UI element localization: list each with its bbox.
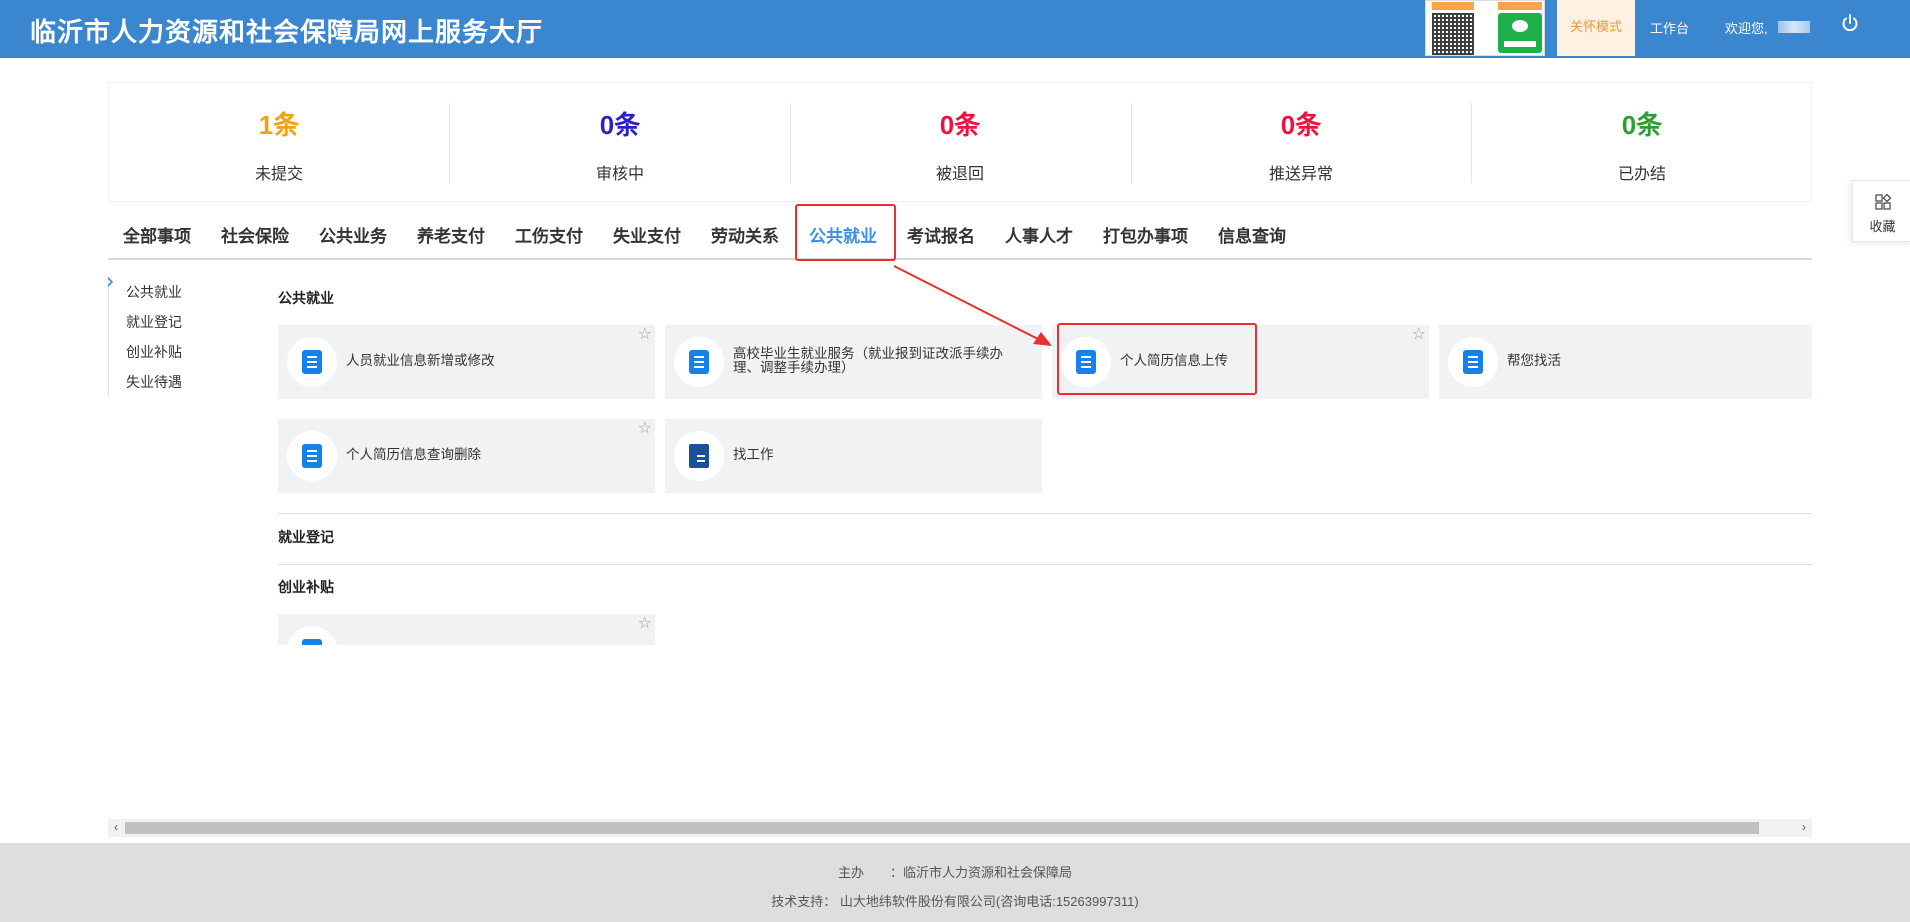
- service-card-find-work[interactable]: 帮您找活: [1439, 325, 1812, 399]
- menu-item-unemployment-benefits[interactable]: 失业待遇: [126, 372, 182, 392]
- stat-value: 0条: [1280, 110, 1322, 140]
- tab-injury-payment[interactable]: 工伤支付: [515, 222, 583, 247]
- qr-code-panel: [1425, 0, 1545, 56]
- footer-support: 技术支持： 山大地纬软件股份有限公司(咨询电话:15263997311): [771, 894, 1139, 909]
- card-label: 个人简历信息查询删除: [346, 447, 481, 462]
- tab-info-query[interactable]: 信息查询: [1218, 222, 1286, 247]
- status-summary: 1条 未提交 0条 审核中 0条 被退回 0条 推送异常 0条 已办结: [108, 82, 1812, 202]
- menu-item-public-employment[interactable]: 公共就业: [126, 282, 182, 302]
- care-mode-button[interactable]: 关怀模式: [1557, 0, 1635, 56]
- wechat-icon: [1498, 13, 1542, 53]
- card-icon-wrap: [287, 626, 337, 645]
- collect-label: 收藏: [1869, 219, 1896, 234]
- stat-unsubmitted[interactable]: 1条 未提交: [109, 83, 449, 203]
- stat-value: 0条: [1621, 110, 1663, 140]
- card-icon-wrap: [1448, 337, 1498, 387]
- document-icon: [302, 444, 322, 468]
- welcome-text: 欢迎您,: [1725, 21, 1768, 36]
- tab-public-business[interactable]: 公共业务: [319, 222, 387, 247]
- service-card-subsidy-partial[interactable]: ☆: [278, 614, 655, 645]
- tab-labor-relations[interactable]: 劳动关系: [711, 222, 779, 247]
- workbench-link[interactable]: 工作台: [1650, 18, 1689, 37]
- stat-value: 1条: [258, 110, 300, 140]
- tab-personnel-talent[interactable]: 人事人才: [1005, 222, 1073, 247]
- qr-code-icon: [1432, 13, 1474, 55]
- stat-label: 未提交: [254, 166, 303, 183]
- stat-label: 已办结: [1617, 166, 1666, 183]
- section-title: 公共就业: [278, 290, 334, 306]
- tab-exam-registration[interactable]: 考试报名: [907, 222, 975, 247]
- annotation-arrow: [893, 265, 1052, 346]
- qr-caption: [1432, 2, 1474, 10]
- stat-push-error[interactable]: 0条 推送异常: [1131, 83, 1471, 203]
- stat-label: 推送异常: [1268, 166, 1333, 183]
- active-indicator-icon: [107, 277, 114, 287]
- tab-package-items[interactable]: 打包办事项: [1103, 222, 1188, 247]
- stat-reviewing[interactable]: 0条 审核中: [450, 83, 790, 203]
- service-card-find-job[interactable]: 找工作: [665, 419, 1042, 493]
- card-label: 帮您找活: [1507, 353, 1561, 368]
- stat-returned[interactable]: 0条 被退回: [790, 83, 1130, 203]
- annotation-highlight-box: [1057, 323, 1257, 395]
- document-icon: [689, 350, 709, 374]
- site-title: 临沂市人力资源和社会保障局网上服务大厅: [30, 17, 544, 47]
- stat-label: 审核中: [595, 166, 644, 183]
- star-icon[interactable]: ☆: [1412, 327, 1426, 343]
- folder-icon: [689, 444, 709, 468]
- section-divider: [278, 564, 1812, 565]
- power-icon[interactable]: [1840, 13, 1860, 33]
- top-header: 临沂市人力资源和社会保障局网上服务大厅 关怀模式 工作台 欢迎您,: [0, 0, 1910, 58]
- section-title: 就业登记: [278, 529, 334, 545]
- tab-unemployment-payment[interactable]: 失业支付: [613, 222, 681, 247]
- card-label: 找工作: [733, 447, 774, 462]
- menu-item-startup-subsidy[interactable]: 创业补贴: [126, 342, 182, 362]
- tab-pension-payment[interactable]: 养老支付: [417, 222, 485, 247]
- stat-value: 0条: [599, 110, 641, 140]
- stat-completed[interactable]: 0条 已办结: [1472, 83, 1812, 203]
- scroll-right-icon[interactable]: ›: [1796, 820, 1812, 834]
- annotation-highlight-box: [795, 204, 896, 261]
- tab-all[interactable]: 全部事项: [123, 222, 191, 247]
- menu-item-employment-registration[interactable]: 就业登记: [126, 312, 182, 332]
- scrollbar-thumb[interactable]: [125, 822, 1759, 834]
- horizontal-scrollbar[interactable]: ‹ ›: [108, 819, 1812, 837]
- document-icon: [302, 639, 322, 645]
- left-menu: 公共就业 就业登记 创业补贴 失业待遇: [108, 276, 238, 396]
- card-icon-wrap: [287, 337, 337, 387]
- stat-label: 被退回: [935, 166, 984, 183]
- collect-icon: [1875, 194, 1891, 210]
- service-card-employment-info[interactable]: 人员就业信息新增或修改 ☆: [278, 325, 655, 399]
- card-icon-wrap: [674, 337, 724, 387]
- tab-social-insurance[interactable]: 社会保险: [221, 222, 289, 247]
- star-icon[interactable]: ☆: [638, 421, 652, 437]
- footer: 主办 ：临沂市人力资源和社会保障局 技术支持： 山大地纬软件股份有限公司(咨询电…: [0, 843, 1910, 922]
- category-tabs: 全部事项 社会保险 公共业务 养老支付 工伤支付 失业支付 劳动关系 公共就业 …: [108, 206, 1812, 260]
- card-label: 人员就业信息新增或修改: [346, 353, 495, 368]
- footer-host: 主办 ：临沂市人力资源和社会保障局: [837, 865, 1072, 880]
- card-icon-wrap: [287, 431, 337, 481]
- scroll-left-icon[interactable]: ‹: [108, 820, 124, 834]
- section-divider: [278, 513, 1812, 514]
- document-icon: [1463, 350, 1483, 374]
- star-icon[interactable]: ☆: [638, 616, 652, 632]
- stat-value: 0条: [939, 110, 981, 140]
- service-card-resume-query[interactable]: 个人简历信息查询删除 ☆: [278, 419, 655, 493]
- card-icon-wrap: [674, 431, 724, 481]
- star-icon[interactable]: ☆: [638, 327, 652, 343]
- collect-button[interactable]: 收藏: [1852, 180, 1910, 242]
- section-title: 创业补贴: [278, 579, 334, 595]
- document-icon: [302, 350, 322, 374]
- username-masked: [1778, 21, 1810, 33]
- wechat-caption: [1498, 2, 1542, 10]
